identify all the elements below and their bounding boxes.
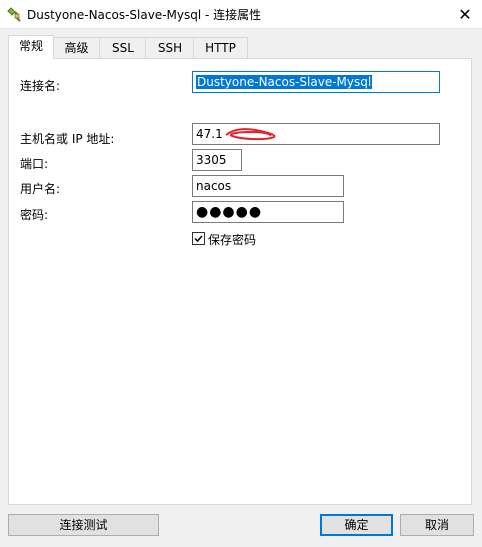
password-label: 密码: <box>20 208 49 222</box>
general-panel: 连接名: Dustyone-Nacos-Slave-Mysql 主机名或 IP … <box>8 58 472 505</box>
test-connection-button[interactable]: 连接测试 <box>8 514 159 536</box>
port-value: 3305 <box>196 153 227 167</box>
ok-label: 确定 <box>344 518 369 532</box>
password-input[interactable]: ●●●●● <box>192 201 344 223</box>
password-value: ●●●●● <box>196 204 263 220</box>
checkmark-icon <box>194 235 203 243</box>
user-input[interactable]: nacos <box>192 175 344 197</box>
redaction-scribble <box>225 128 276 141</box>
host-value: 47.1 <box>196 127 223 141</box>
test-connection-label: 连接测试 <box>59 518 108 532</box>
close-icon: ✕ <box>458 4 472 24</box>
save-password-label[interactable]: 保存密码 <box>208 231 256 248</box>
connection-name-value: Dustyone-Nacos-Slave-Mysql <box>196 75 373 89</box>
tab-label: SSH <box>157 41 183 55</box>
tab-label: 高级 <box>64 41 89 55</box>
cancel-button[interactable]: 取消 <box>400 514 474 536</box>
port-label: 端口: <box>20 157 49 171</box>
connection-name-input[interactable]: Dustyone-Nacos-Slave-Mysql <box>192 71 440 93</box>
ok-button[interactable]: 确定 <box>320 514 393 536</box>
tab-label: SSL <box>112 41 134 55</box>
tab-label: HTTP <box>205 41 236 55</box>
tab-http[interactable]: HTTP <box>193 37 248 58</box>
tab-general[interactable]: 常规 <box>8 35 54 59</box>
tab-advanced[interactable]: 高级 <box>52 37 101 58</box>
window-title: Dustyone-Nacos-Slave-Mysql - 连接属性 <box>27 8 262 22</box>
tab-ssl[interactable]: SSL <box>99 37 147 58</box>
tab-ssh[interactable]: SSH <box>145 37 195 58</box>
port-input[interactable]: 3305 <box>192 149 242 171</box>
cancel-label: 取消 <box>424 518 449 532</box>
save-password-checkbox[interactable] <box>192 232 205 245</box>
title-bar: Dustyone-Nacos-Slave-Mysql - 连接属性 ✕ <box>0 0 482 29</box>
tab-label: 常规 <box>18 39 43 53</box>
host-input[interactable]: 47.1 <box>192 123 440 145</box>
host-label: 主机名或 IP 地址: <box>20 132 115 146</box>
user-value: nacos <box>196 179 232 193</box>
close-button[interactable]: ✕ <box>448 0 482 28</box>
connection-name-label: 连接名: <box>20 79 61 93</box>
plug-connection-icon <box>7 7 21 22</box>
user-label: 用户名: <box>20 182 61 196</box>
